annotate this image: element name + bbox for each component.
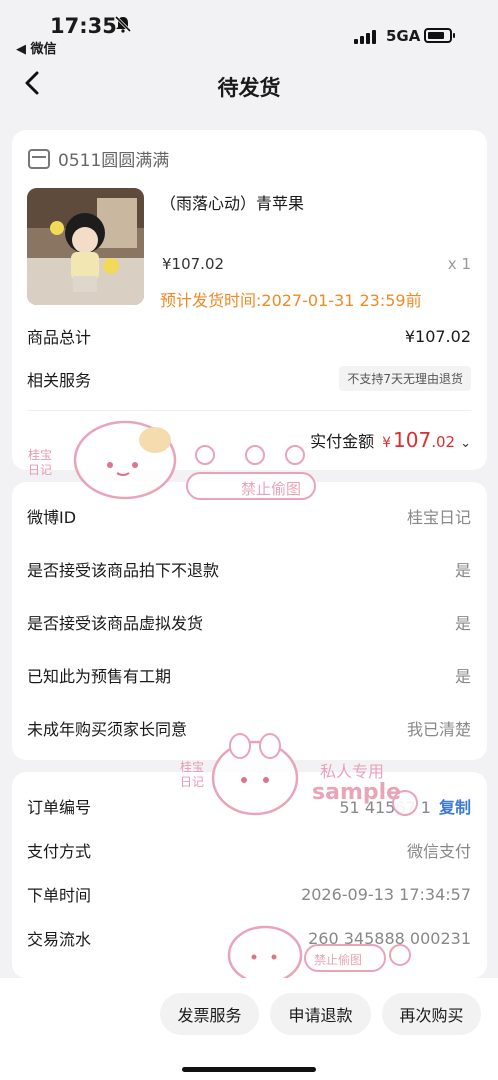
order-product-card: 0511圆圆满满 （雨落心动）青苹果 ¥107.02 x 1 预计发货时间:20… (12, 130, 487, 470)
question-row: 未成年购买须家长同意 我已清楚 (27, 716, 471, 740)
refund-button[interactable]: 申请退款 (270, 993, 371, 1035)
signal-icon (354, 28, 380, 44)
order-time-label: 下单时间 (27, 886, 92, 905)
watermark-text: 桂宝日记 (180, 760, 205, 789)
status-time: 17:35 (50, 14, 117, 38)
product-price: ¥107.02 (162, 255, 225, 273)
muted-bell-icon (114, 15, 132, 38)
watermark-text: 桂宝日记 (28, 448, 53, 477)
question-label: 是否接受该商品虚拟发货 (27, 614, 204, 633)
status-bar: 17:35 ◀ 微信 5GA (0, 0, 498, 60)
service-row: 相关服务 不支持7天无理由退货 (27, 366, 471, 391)
transaction-row: 交易流水 260 345888 000231 (27, 926, 471, 950)
order-time-value: 2026-09-13 17:34:57 (301, 884, 471, 904)
product-title[interactable]: （雨落心动）青苹果 (160, 190, 304, 214)
home-indicator[interactable] (182, 1067, 316, 1072)
rebuy-button[interactable]: 再次购买 (382, 993, 481, 1035)
goods-total-row: 商品总计 ¥107.02 (27, 324, 471, 348)
order-number-row: 订单编号 51 41567 1 复制 (27, 794, 471, 818)
question-value: 我已清楚 (406, 720, 471, 739)
question-row: 微博ID 桂宝日记 (27, 504, 471, 528)
order-number-label: 订单编号 (27, 798, 92, 817)
question-value: 是 (454, 667, 471, 686)
service-label: 相关服务 (27, 370, 92, 390)
paid-label: 实付金额 (310, 432, 375, 451)
invoice-button[interactable]: 发票服务 (160, 993, 259, 1035)
question-row: 已知此为预售有工期 是 (27, 663, 471, 687)
order-questions-card: 微博ID 桂宝日记 是否接受该商品拍下不退款 是 是否接受该商品虚拟发货 是 已… (12, 482, 487, 760)
question-row: 是否接受该商品虚拟发货 是 (27, 610, 471, 634)
shop-name: 0511圆圆满满 (58, 151, 170, 171)
question-label: 微博ID (27, 508, 77, 527)
battery-icon (424, 28, 455, 43)
question-value: 是 (454, 561, 471, 580)
goods-total-label: 商品总计 (27, 328, 92, 347)
question-value: 是 (454, 614, 471, 633)
goods-total-value: ¥107.02 (404, 326, 471, 346)
shop-row[interactable]: 0511圆圆满满 (28, 146, 169, 171)
question-label: 未成年购买须家长同意 (27, 720, 188, 739)
chevron-down-icon[interactable]: ⌄ (460, 436, 471, 451)
service-tag: 不支持7天无理由退货 (339, 366, 471, 391)
transaction-value: 260 345888 000231 (308, 928, 471, 948)
payment-method-label: 支付方式 (27, 842, 92, 861)
network-type: 5GA (386, 27, 421, 45)
nav-bar: 待发货 (0, 60, 498, 110)
shop-icon (28, 148, 50, 169)
bottom-action-bar: 发票服务 申请退款 再次购买 (0, 978, 498, 1080)
product-image[interactable] (27, 188, 144, 305)
product-quantity: x 1 (447, 255, 471, 273)
payment-method-value: 微信支付 (406, 842, 471, 861)
order-info-card: 订单编号 51 41567 1 复制 支付方式 微信支付 下单时间 2026-09… (12, 772, 487, 978)
transaction-label: 交易流水 (27, 930, 92, 949)
payment-method-row: 支付方式 微信支付 (27, 838, 471, 862)
question-row: 是否接受该商品拍下不退款 是 (27, 557, 471, 581)
paid-decimal: .02 (431, 433, 456, 451)
order-time-row: 下单时间 2026-09-13 17:34:57 (27, 882, 471, 906)
paid-currency: ¥ (382, 435, 392, 451)
page-title: 待发货 (217, 76, 281, 100)
back-to-app-link[interactable]: ◀ 微信 (16, 38, 57, 57)
divider (27, 410, 471, 411)
estimated-ship-time: 预计发货时间:2027-01-31 23:59前 (160, 291, 422, 310)
paid-integer: 107 (393, 428, 432, 452)
order-number-value: 51 41567 1 (339, 798, 431, 817)
copy-button[interactable]: 复制 (439, 798, 471, 817)
question-label: 已知此为预售有工期 (27, 667, 172, 686)
question-value: 桂宝日记 (406, 508, 471, 527)
paid-amount-row[interactable]: 实付金额 ¥ 107 .02 ⌄ (310, 428, 471, 452)
question-label: 是否接受该商品拍下不退款 (27, 561, 220, 580)
